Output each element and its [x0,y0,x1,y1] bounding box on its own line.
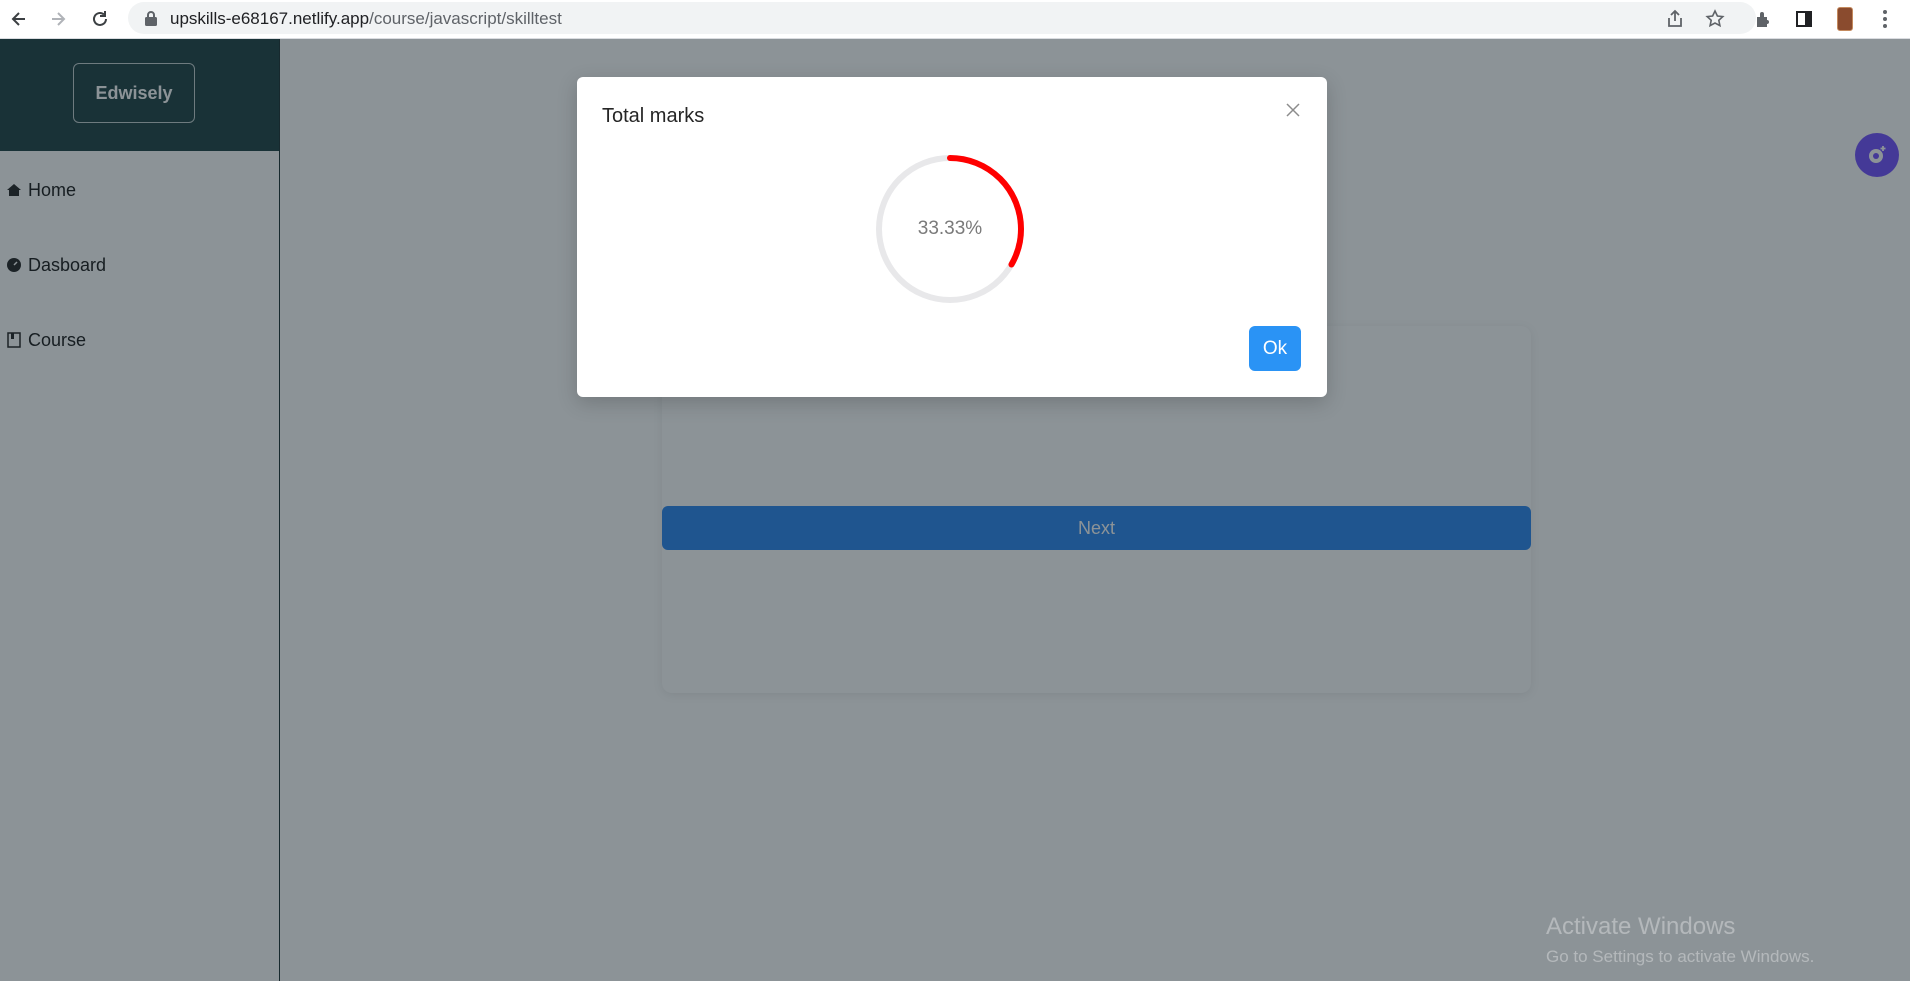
lock-icon [145,11,157,26]
profile-avatar[interactable] [1832,6,1858,32]
forward-icon[interactable] [45,6,71,32]
score-progress-circle: 33.33% [870,149,1030,309]
url-path: /course/javascript/skilltest [369,9,562,28]
reload-icon[interactable] [87,6,113,32]
share-icon[interactable] [1662,6,1688,32]
ok-button[interactable]: Ok [1249,326,1301,371]
dialog-title: Total marks [602,105,705,127]
side-panel-icon[interactable] [1791,6,1817,32]
url-text: upskills-e68167.netlify.app/course/javas… [170,9,562,29]
total-marks-dialog: Total marks 33.33% Ok [577,77,1327,397]
score-percent-text: 33.33% [917,218,983,239]
browser-toolbar: upskills-e68167.netlify.app/course/javas… [0,0,1910,39]
windows-watermark-title: Activate Windows [1546,913,1736,940]
windows-watermark-subtitle: Go to Settings to activate Windows. [1546,947,1815,966]
url-host: upskills-e68167.netlify.app [170,9,370,28]
back-icon[interactable] [6,6,32,32]
extensions-icon[interactable] [1751,6,1777,32]
bookmark-star-icon[interactable] [1702,6,1728,32]
menu-kebab-icon[interactable] [1872,6,1898,32]
address-bar[interactable]: upskills-e68167.netlify.app/course/javas… [128,2,1756,34]
close-icon[interactable] [1282,99,1304,121]
